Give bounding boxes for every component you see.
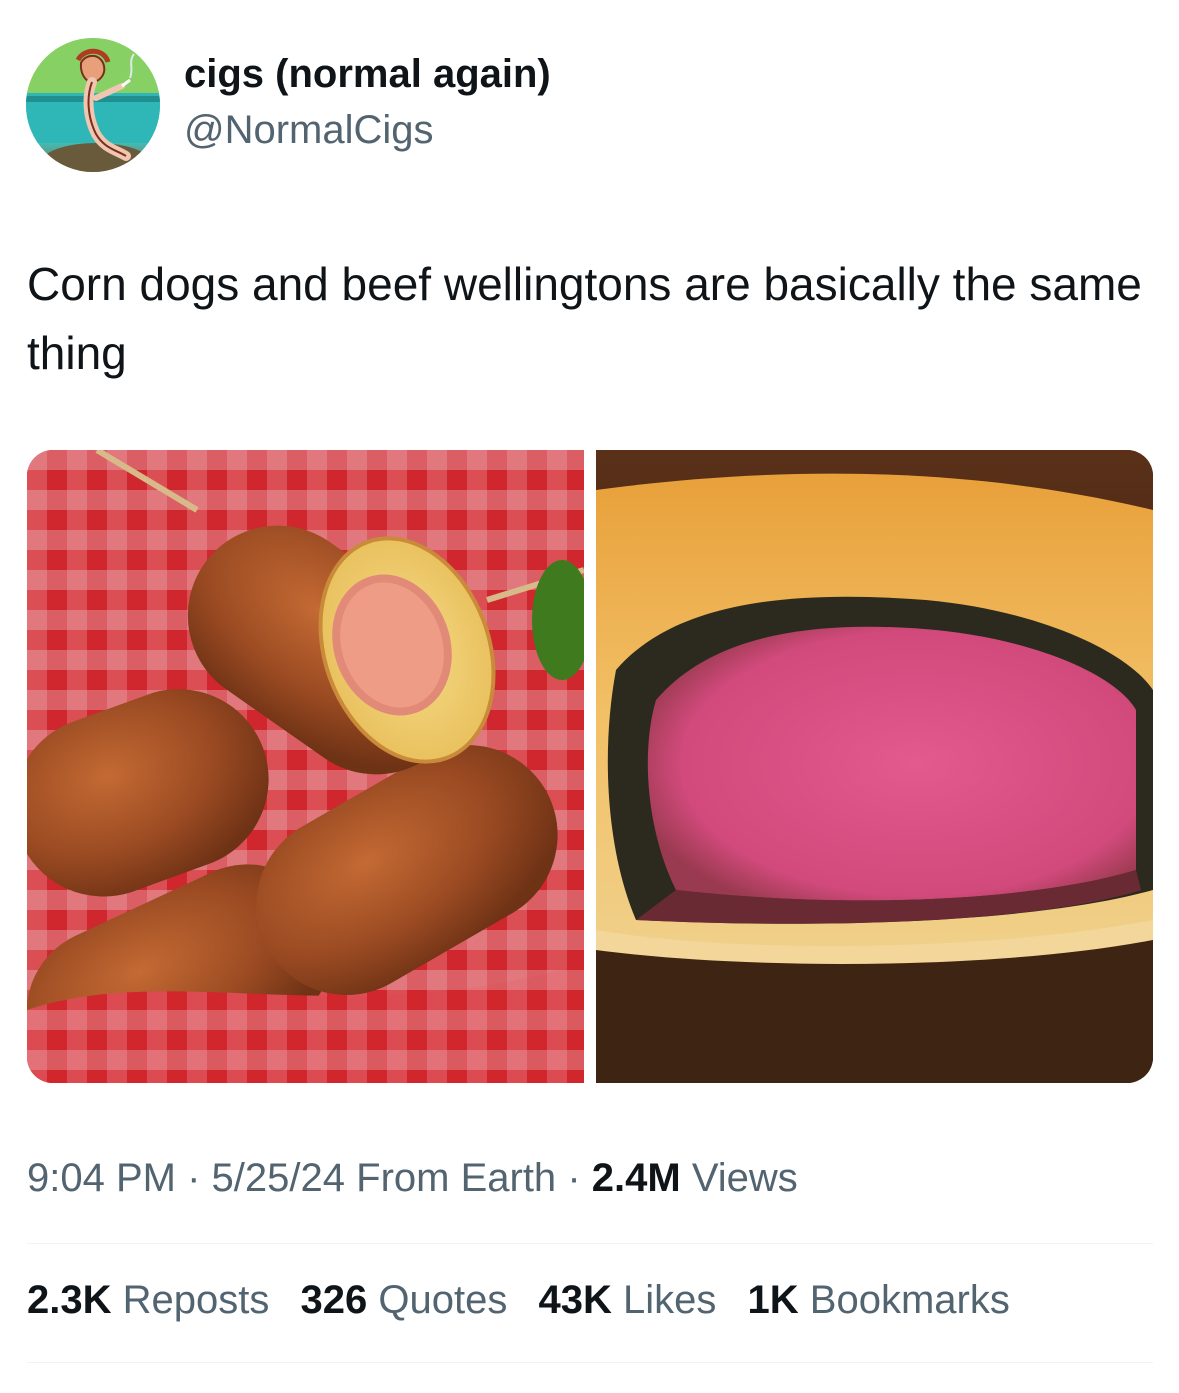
likes-label: Likes xyxy=(622,1278,717,1322)
corn-dogs-image-icon xyxy=(27,450,584,1083)
bookmarks-count: 1K xyxy=(747,1278,799,1322)
author-display-name[interactable]: cigs (normal again) xyxy=(184,52,551,97)
reposts-count: 2.3K xyxy=(27,1278,112,1322)
cartoon-smoking-figure-avatar-icon xyxy=(26,38,160,172)
divider xyxy=(27,1362,1153,1363)
views-count: 2.4M xyxy=(591,1156,681,1200)
reposts-label: Reposts xyxy=(122,1278,270,1322)
author-handle[interactable]: @NormalCigs xyxy=(184,108,434,153)
tweet-time[interactable]: 9:04 PM xyxy=(27,1156,176,1200)
meta-separator: · xyxy=(187,1156,201,1200)
views-label: Views xyxy=(691,1156,798,1200)
quotes-stat[interactable]: 326 Quotes xyxy=(301,1278,508,1322)
divider xyxy=(27,1243,1153,1244)
beef-wellington-photo[interactable] xyxy=(596,450,1153,1083)
meta-separator: · xyxy=(567,1156,581,1200)
likes-stat[interactable]: 43K Likes xyxy=(538,1278,716,1322)
quotes-label: Quotes xyxy=(378,1278,508,1322)
tweet-text: Corn dogs and beef wellingtons are basic… xyxy=(27,258,1142,379)
corn-dogs-photo[interactable] xyxy=(27,450,584,1083)
tweet-media[interactable] xyxy=(27,450,1153,1083)
likes-count: 43K xyxy=(538,1278,612,1322)
bookmarks-label: Bookmarks xyxy=(809,1278,1010,1322)
engagement-stats: 2.3K Reposts 326 Quotes 43K Likes 1K Boo… xyxy=(27,1278,1030,1323)
beef-wellington-image-icon xyxy=(596,450,1153,1083)
tweet-date[interactable]: 5/25/24 xyxy=(212,1156,345,1200)
reposts-stat[interactable]: 2.3K Reposts xyxy=(27,1278,269,1322)
avatar[interactable] xyxy=(26,38,160,172)
bookmarks-stat[interactable]: 1K Bookmarks xyxy=(748,1278,1010,1322)
quotes-count: 326 xyxy=(300,1278,368,1322)
tweet-source: From Earth xyxy=(356,1156,557,1200)
tweet-metadata: 9:04 PM · 5/25/24 From Earth · 2.4M View… xyxy=(27,1156,798,1201)
